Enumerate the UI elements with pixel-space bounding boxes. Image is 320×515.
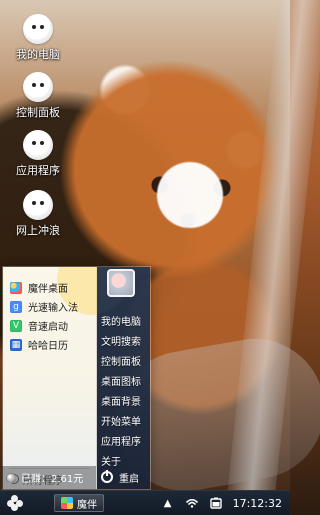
start-menu-right-links: 我的电脑 文明搜索 控制面板 桌面图标 桌面背景 开始菜单 应用程序 关于: [101, 311, 150, 470]
taskbar-app-label: 魔伴: [77, 499, 97, 511]
start-link-start-menu[interactable]: 开始菜单: [101, 411, 150, 430]
earned-amount: 已赚：2.61元: [2, 466, 96, 489]
mobanzhuomian-app-icon: [10, 281, 22, 294]
desktop-icon-internet[interactable]: 网上冲浪: [5, 190, 71, 238]
start-item-label: 哈哈日历: [28, 341, 68, 352]
start-link-about[interactable]: 关于: [101, 451, 150, 470]
start-item-input-method[interactable]: g 光速输入法: [8, 298, 96, 315]
restart-button[interactable]: 重启: [101, 469, 149, 485]
coin-icon: [6, 472, 16, 483]
launcher-app-icon: V: [10, 319, 22, 332]
moban-app-icon: [61, 497, 73, 509]
desktop-icon-label: 应用程序: [16, 164, 60, 177]
internet-mascot-icon: [23, 190, 53, 220]
desktop-icon-control-panel[interactable]: 控制面板: [5, 72, 71, 120]
desktop-icon-my-computer[interactable]: 我的电脑: [5, 14, 71, 62]
start-link-desktop-icons[interactable]: 桌面图标: [101, 371, 150, 390]
system-tray: ▲ 17:12:32: [161, 496, 290, 510]
desktop-icon-label: 控制面板: [16, 106, 60, 119]
start-item-label: 魔伴桌面: [28, 284, 68, 295]
earned-text: 已赚：2.61元: [21, 474, 84, 485]
calendar-app-icon: ▦: [10, 338, 22, 351]
start-link-my-computer[interactable]: 我的电脑: [101, 311, 150, 330]
control-panel-mascot-icon: [23, 72, 53, 102]
start-link-desktop-background[interactable]: 桌面背景: [101, 391, 150, 410]
input-method-app-icon: g: [10, 300, 22, 313]
battery-icon[interactable]: [209, 496, 223, 510]
start-menu-left-panel: 魔伴桌面 g 光速输入法 V 音速启动 ▦ 哈哈日历 › 所有程序: [3, 267, 127, 489]
start-link-control-panel[interactable]: 控制面板: [101, 351, 150, 370]
start-item-launcher[interactable]: V 音速启动: [8, 317, 96, 334]
desktop-icon-label: 网上冲浪: [16, 224, 60, 237]
tray-expand-icon[interactable]: ▲: [161, 496, 175, 510]
start-menu-app-list: 魔伴桌面 g 光速输入法 V 音速启动 ▦ 哈哈日历: [8, 279, 96, 353]
start-item-label: 光速输入法: [28, 303, 78, 314]
wifi-icon[interactable]: [185, 496, 199, 510]
taskbar: 魔伴 ▲ 17:12:32: [0, 490, 290, 515]
start-link-apps[interactable]: 应用程序: [101, 431, 150, 450]
start-menu-right-panel: 我的电脑 文明搜索 控制面板 桌面图标 桌面背景 开始菜单 应用程序 关于 重启: [97, 267, 150, 489]
start-item-label: 音速启动: [28, 322, 68, 333]
apps-mascot-icon: [23, 130, 53, 160]
user-avatar[interactable]: [107, 269, 135, 297]
start-menu: 魔伴桌面 g 光速输入法 V 音速启动 ▦ 哈哈日历 › 所有程序 我的电脑 文: [2, 266, 151, 490]
power-icon: [101, 470, 113, 483]
taskbar-clock[interactable]: 17:12:32: [233, 497, 282, 510]
computer-mascot-icon: [23, 14, 53, 44]
start-item-mobanzhuomian[interactable]: 魔伴桌面: [8, 279, 96, 296]
flower-start-icon: [7, 495, 23, 511]
desktop-icon-apps[interactable]: 应用程序: [5, 130, 71, 178]
start-item-calendar[interactable]: ▦ 哈哈日历: [8, 336, 96, 353]
restart-label: 重启: [119, 473, 139, 485]
desktop-icon-label: 我的电脑: [16, 48, 60, 61]
taskbar-app-button[interactable]: 魔伴: [54, 494, 104, 512]
start-button[interactable]: [0, 491, 30, 515]
start-link-search[interactable]: 文明搜索: [101, 331, 150, 350]
